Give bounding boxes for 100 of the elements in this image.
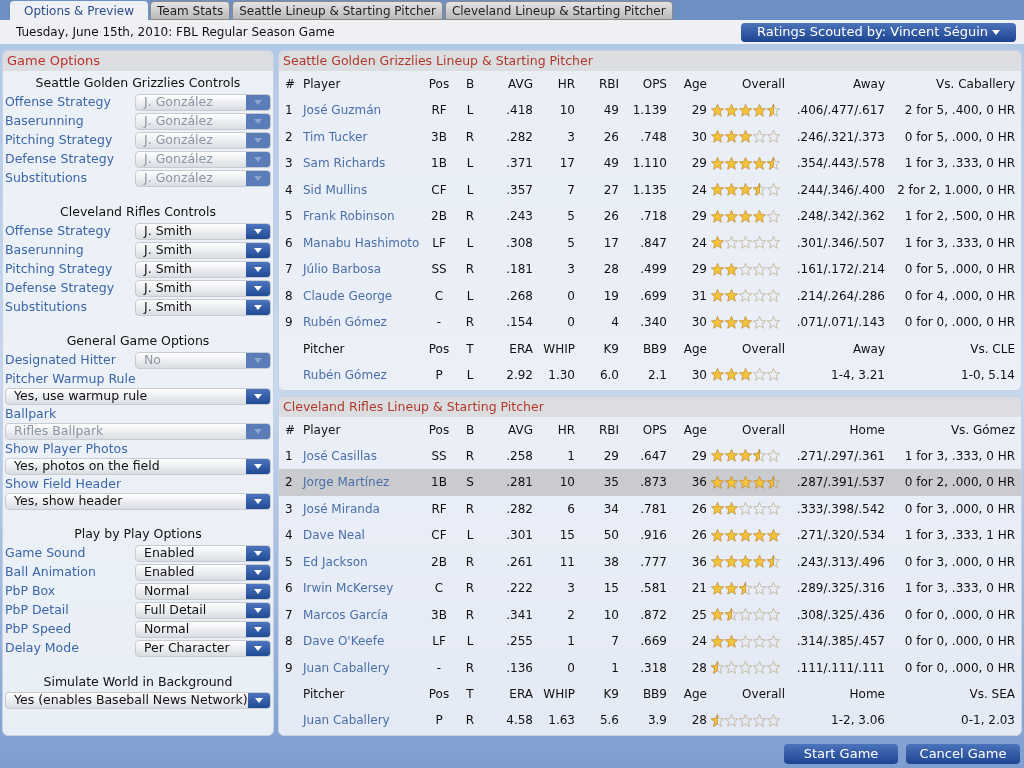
- empty-star-icon: [753, 289, 766, 303]
- player-link[interactable]: Tim Tucker: [303, 127, 423, 146]
- player-link[interactable]: Dave Neal: [303, 526, 423, 545]
- table-row[interactable]: 3 Sam Richards 1B L .371 17 49 1.110 29 .354/.443/.578 1 for 3, .333, 0 HR: [279, 150, 1021, 177]
- player-link[interactable]: José Guzmán: [303, 101, 423, 120]
- action-button[interactable]: Cancel Game: [906, 744, 1020, 764]
- table-row[interactable]: 6 Manabu Hashimoto LF L .308 5 17 .847 24 .301/.346/.507 1 for 3, .333, 0 HR: [279, 229, 1021, 256]
- player-link[interactable]: Sam Richards: [303, 154, 423, 173]
- dropdown[interactable]: Per Character: [135, 640, 271, 657]
- table-row[interactable]: 3 José Miranda RF R .282 6 34 .781 26 .333/.398/.542 0 for 3, .000, 0 HR: [279, 495, 1021, 522]
- table-cell-text: 31: [690, 287, 707, 305]
- table-row[interactable]: 9 Rubén Gómez - R .154 0 4 .340 30 .071/.071/.143 0 for 0, .000, 0 HR: [279, 309, 1021, 336]
- table-row[interactable]: 7 Júlio Barbosa SS R .181 3 28 .499 29 .161/.172/.214 0 for 5, .000, 0 HR: [279, 256, 1021, 283]
- table-cell-text: .154: [505, 314, 533, 332]
- player-link[interactable]: Rubén Gómez: [303, 365, 423, 384]
- caret-icon: [254, 608, 262, 613]
- player-link[interactable]: Júlio Barbosa: [303, 260, 423, 279]
- table-row[interactable]: 2 Tim Tucker 3B R .282 3 26 .748 30 .246/.321/.373 0 for 5, .000, 0 HR: [279, 123, 1021, 150]
- star-icon: [753, 103, 766, 117]
- table-cell-text: 8: [285, 633, 294, 651]
- table-cell-text: 0 for 4, .000, 0 HR: [903, 287, 1015, 305]
- dropdown[interactable]: Normal: [135, 583, 271, 600]
- table-row[interactable]: 5 Ed Jackson 2B R .261 11 38 .777 36 .243/.313/.496 0 for 3, .000, 0 HR: [279, 548, 1021, 575]
- tab[interactable]: Options & Preview: [10, 1, 148, 20]
- player-link[interactable]: José Miranda: [303, 499, 423, 518]
- player-link[interactable]: Irwin McKersey: [303, 579, 423, 598]
- dropdown[interactable]: J. Smith: [135, 299, 271, 316]
- player-link[interactable]: Rubén Gómez: [303, 313, 423, 332]
- table-row[interactable]: 6 Irwin McKersey C R .222 3 15 .581 21 .289/.325/.316 1 for 3, .333, 0 HR: [279, 575, 1021, 602]
- dropdown[interactable]: J. Smith: [135, 223, 271, 240]
- table-cell-text: 30: [690, 128, 707, 146]
- caret-icon: [254, 119, 262, 124]
- tab[interactable]: Cleveland Lineup & Starting Pitcher: [444, 1, 673, 20]
- table-row[interactable]: 4 Dave Neal CF L .301 15 50 .916 26 .271/.320/.534 1 for 3, .333, 1 HR: [279, 522, 1021, 549]
- column-header: Age: [682, 421, 707, 439]
- dropdown[interactable]: Enabled: [135, 564, 271, 581]
- scout-button[interactable]: Ratings Scouted by: Vincent Séguin: [740, 22, 1016, 42]
- dropdown[interactable]: Yes, photos on the field: [5, 458, 271, 475]
- player-link[interactable]: Frank Robinson: [303, 207, 423, 226]
- dropdown[interactable]: Enabled: [135, 545, 271, 562]
- column-header: Vs. Caballery: [935, 76, 1015, 93]
- table-cell-text: .282: [505, 500, 533, 518]
- player-link[interactable]: Sid Mullins: [303, 180, 423, 199]
- tab[interactable]: Seattle Lineup & Starting Pitcher: [232, 1, 443, 20]
- player-link[interactable]: Marcos García: [303, 605, 423, 624]
- column-header: T: [465, 686, 475, 703]
- table-cell-text: 1.110: [631, 155, 667, 173]
- action-button[interactable]: Start Game: [784, 744, 898, 764]
- table-cell-text: 3: [285, 155, 294, 173]
- table-cell-text: .268: [505, 287, 533, 305]
- table-cell-text: 0 for 5, .000, 0 HR: [903, 261, 1015, 279]
- tab[interactable]: Team Stats: [150, 1, 231, 20]
- dropdown[interactable]: J. Smith: [135, 242, 271, 259]
- player-link[interactable]: Juan Caballery: [303, 658, 423, 677]
- table-cell-text: R: [464, 314, 476, 332]
- table-row[interactable]: 9 Juan Caballery - R .136 0 1 .318 28 .111/.111/.111 0 for 0, .000, 0 HR: [279, 654, 1021, 681]
- empty-star-icon: [739, 502, 752, 516]
- table-cell-text: 0 for 0, .000, 0 HR: [903, 633, 1015, 651]
- table-row[interactable]: 2 Jorge Martínez 1B S .281 10 35 .873 36 .287/.391/.537 0 for 2, .000, 0 HR: [279, 469, 1021, 496]
- table-cell-text: .872: [639, 606, 667, 624]
- column-header: Pitcher: [303, 340, 346, 358]
- caret-icon: [254, 589, 262, 594]
- table-row[interactable]: 1 José Guzmán RF L .418 10 49 1.139 29 .406/.477/.617 2 for 5, .400, 0 HR: [279, 97, 1021, 124]
- section-heading: Seattle Golden Grizzlies Controls: [34, 74, 242, 92]
- player-link[interactable]: Ed Jackson: [303, 552, 423, 571]
- table-cell-text: 21: [690, 580, 707, 598]
- dropdown[interactable]: Full Detail: [135, 602, 271, 619]
- table-cell-text: 15: [558, 527, 575, 545]
- table-row[interactable]: 8 Claude George C L .268 0 19 .699 31 .214/.264/.286 0 for 4, .000, 0 HR: [279, 282, 1021, 309]
- dropdown[interactable]: Normal: [135, 621, 271, 638]
- empty-star-icon: [753, 608, 766, 622]
- table-cell-text: .282: [505, 128, 533, 146]
- table-row[interactable]: 5 Frank Robinson 2B R .243 5 26 .718 29 .248/.342/.362 1 for 2, .500, 0 HR: [279, 203, 1021, 230]
- star-icon: [711, 528, 724, 542]
- table-cell-text: 0 for 3, .000, 0 HR: [903, 500, 1015, 518]
- table-row[interactable]: 8 Dave O'Keefe LF L .255 1 7 .669 24 .314/.385/.457 0 for 0, .000, 0 HR: [279, 628, 1021, 655]
- table-row[interactable]: 4 Sid Mullins CF L .357 7 27 1.135 24 .244/.346/.400 2 for 2, 1.000, 0 HR: [279, 176, 1021, 203]
- table-cell-text: .748: [639, 128, 667, 146]
- player-link[interactable]: Dave O'Keefe: [303, 632, 423, 651]
- dropdown[interactable]: Yes, show header: [5, 493, 271, 510]
- table-row[interactable]: 1 José Casillas SS R .258 1 29 .647 29 .271/.297/.361 1 for 3, .333, 0 HR: [279, 442, 1021, 469]
- table-cell-text: 9: [285, 659, 294, 677]
- empty-star-icon: [767, 502, 780, 516]
- column-header: Player: [303, 421, 342, 439]
- player-link[interactable]: Juan Caballery: [303, 711, 423, 729]
- dropdown[interactable]: J. Smith: [135, 261, 271, 278]
- star-icon: [711, 130, 724, 144]
- half-star-icon: [767, 103, 780, 117]
- player-link[interactable]: Claude George: [303, 286, 423, 305]
- player-link[interactable]: Manabu Hashimoto: [303, 233, 423, 252]
- player-link[interactable]: José Casillas: [303, 446, 423, 465]
- dropdown[interactable]: Yes (enables Baseball News Network): [5, 692, 271, 709]
- column-header: Vs. Gómez: [949, 421, 1015, 439]
- table-row[interactable]: 7 Marcos García 3B R .341 2 10 .872 25 .308/.325/.436 0 for 0, .000, 0 HR: [279, 601, 1021, 628]
- table-cell-text: 1.139: [631, 102, 667, 120]
- table-cell-text: L: [465, 155, 475, 173]
- dropdown[interactable]: Yes, use warmup rule: [5, 388, 271, 405]
- dropdown[interactable]: J. Smith: [135, 280, 271, 297]
- column-header: Age: [682, 686, 707, 703]
- table-cell-text: 2B: [430, 208, 448, 226]
